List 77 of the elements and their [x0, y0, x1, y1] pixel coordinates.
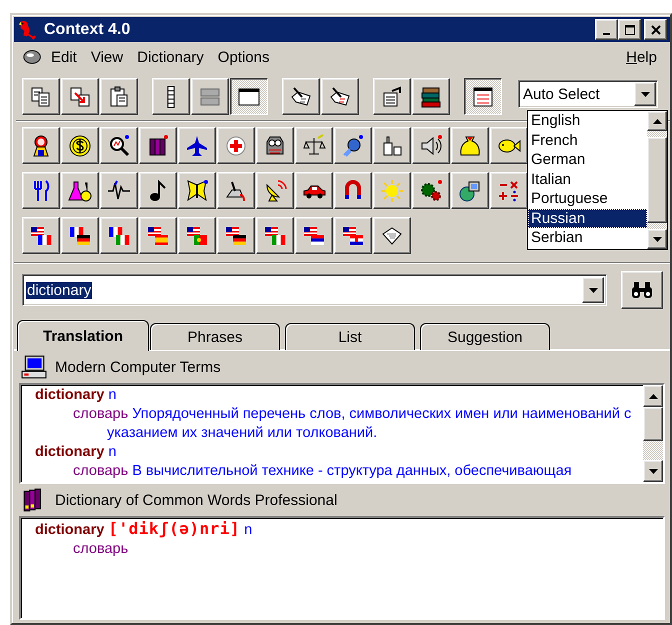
menu-item[interactable]: Edit: [44, 46, 84, 68]
tab[interactable]: Phrases: [150, 323, 280, 350]
dictionary-sense: словарь В вычислительной технике - структура данных, обеспечивающая: [72, 462, 572, 481]
language-option[interactable]: French: [528, 130, 647, 150]
magnifier-icon: [107, 134, 131, 158]
speaker-icon: [419, 134, 443, 158]
minimize-icon: [603, 33, 610, 35]
books-icon: [419, 84, 443, 108]
scrollbar[interactable]: [643, 385, 663, 482]
tab[interactable]: List: [285, 323, 415, 350]
dictionary-title: Dictionary of Common Words Professional: [55, 492, 338, 508]
toolbar-button[interactable]: [464, 78, 502, 115]
joystick-icon: [224, 178, 248, 202]
language-option[interactable]: Italian: [528, 170, 647, 189]
close-icon: [650, 24, 660, 34]
close-button[interactable]: [644, 19, 667, 40]
coin-icon: [68, 134, 92, 158]
flasks-icon: [68, 178, 92, 202]
scroll-down-button[interactable]: [643, 460, 663, 482]
money-bag-icon: [458, 134, 482, 158]
menu-item[interactable]: Options: [210, 46, 276, 68]
hand-pen-icon: [289, 84, 313, 108]
menu-item[interactable]: View: [84, 46, 130, 68]
part-of-speech: n: [244, 522, 252, 538]
butterfly-icon: [185, 178, 209, 202]
column-icon: [167, 86, 175, 108]
medical-cross-icon: [224, 134, 248, 158]
copy-arrow-icon: [68, 84, 92, 108]
caret-down-icon: [652, 236, 662, 242]
language-option[interactable]: English: [528, 111, 647, 130]
window-title: Context 4.0: [44, 20, 132, 38]
caret-up-icon: [648, 392, 658, 400]
caret-down-icon: [588, 286, 598, 294]
maximize-button[interactable]: [618, 19, 641, 40]
tab[interactable]: Suggestion: [420, 323, 550, 350]
caret-up-icon: [652, 118, 662, 124]
dictionary-sense: словарь: [72, 540, 128, 559]
dropdown-button[interactable]: [582, 277, 604, 303]
search-field[interactable]: dictionary: [22, 274, 607, 306]
math-signs-icon: [497, 178, 521, 202]
hand-pen-icon: [328, 84, 352, 108]
gears-icon: [419, 178, 443, 202]
sun-icon: [380, 178, 404, 202]
headword: dictionary: [35, 444, 104, 460]
satellite-icon: [341, 134, 365, 158]
caret-down-icon: [640, 90, 650, 98]
scroll-thumb[interactable]: [643, 407, 663, 441]
headword: dictionary: [35, 522, 104, 538]
globe-computer-icon: [458, 178, 482, 202]
language-option[interactable]: German: [528, 150, 647, 170]
maximize-icon: [624, 24, 634, 34]
scroll-up-button[interactable]: [643, 385, 663, 407]
minimize-button[interactable]: [595, 19, 618, 40]
caret-down-icon: [648, 468, 658, 474]
panel-icon: [471, 84, 495, 108]
part-of-speech: n: [108, 387, 116, 403]
language-option[interactable]: Serbian: [528, 228, 647, 248]
scales-icon: [302, 134, 326, 158]
menu-item[interactable]: Help: [619, 46, 664, 68]
part-of-speech: n: [108, 444, 116, 460]
headword: dictionary: [35, 387, 104, 403]
scrollbar[interactable]: [647, 111, 667, 249]
search-button[interactable]: [621, 271, 663, 309]
toolbar-button[interactable]: [230, 78, 268, 115]
dictionary-title: Modern Computer Terms: [55, 358, 221, 376]
computer-icon: [21, 354, 47, 380]
scroll-down-button[interactable]: [647, 229, 667, 249]
tab[interactable]: Translation: [17, 320, 149, 351]
scroll-thumb[interactable]: [647, 137, 667, 223]
language-option[interactable]: Portuguese: [528, 189, 647, 208]
dropdown-button[interactable]: [634, 82, 656, 106]
language-dropdown[interactable]: Auto Select: [518, 80, 658, 108]
transcription: ['dikʃ(ə)nri]: [108, 519, 240, 538]
language-option[interactable]: Russian: [528, 208, 647, 228]
dictionary-sense: словарь Упорядоченный перечень слов, символических имен или наименований с указанием их значений или толкований.: [72, 405, 632, 443]
menu-item[interactable]: Dictionary: [130, 46, 211, 68]
scroll-up-button[interactable]: [647, 111, 667, 131]
